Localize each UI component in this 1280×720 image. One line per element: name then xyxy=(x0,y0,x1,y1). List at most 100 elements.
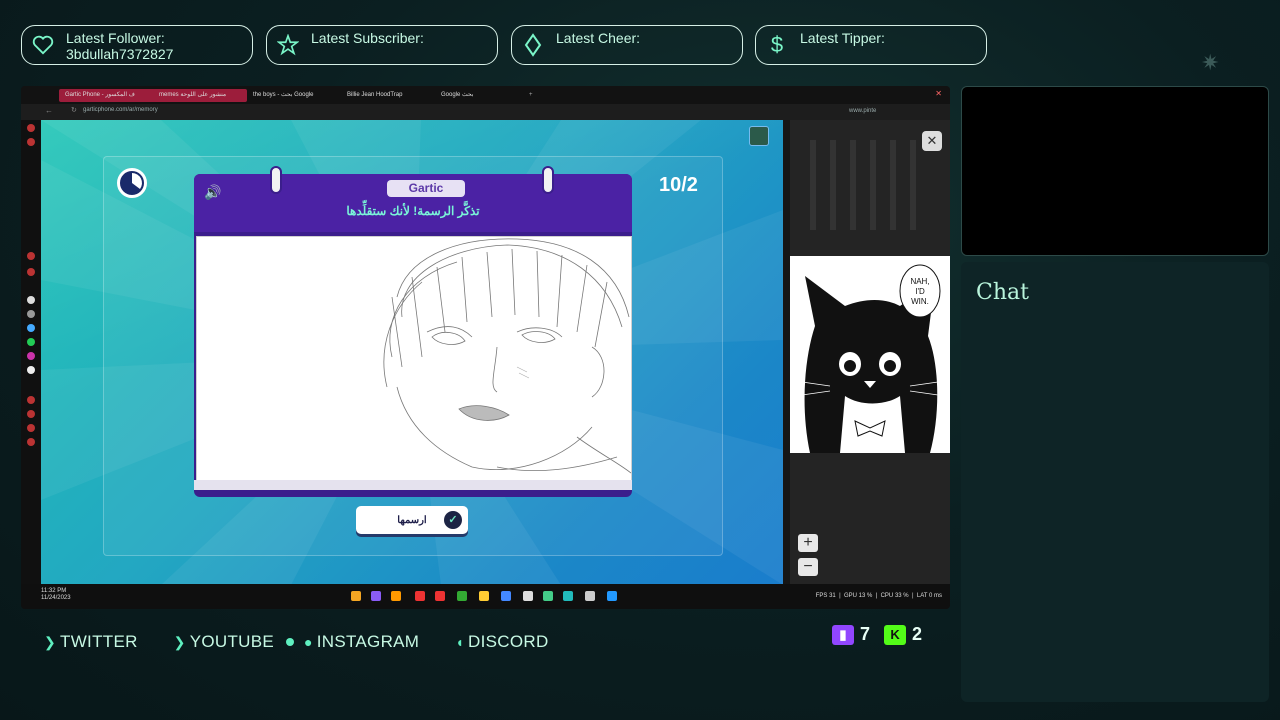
close-icon[interactable]: ✕ xyxy=(922,131,942,151)
address-bar[interactable]: ← ↻ garticphone.com/ar/memory xyxy=(21,104,791,120)
store-icon[interactable] xyxy=(523,591,533,601)
prompt-text: تذكَّر الرسمة! لأنك ستقلِّدها xyxy=(346,204,480,218)
sidebar-icon[interactable] xyxy=(27,324,35,332)
social-youtube[interactable]: ❯ YOUTUBE xyxy=(174,632,274,652)
gpu-value: 13 % xyxy=(858,593,873,599)
discord-icon[interactable] xyxy=(371,591,381,601)
new-tab-icon[interactable]: + xyxy=(523,89,543,102)
zoom-in-button[interactable]: + xyxy=(798,534,818,552)
sidebar-icon[interactable] xyxy=(27,268,35,276)
zoom-out-button[interactable]: − xyxy=(798,558,818,576)
browser-tab[interactable]: Google بحث xyxy=(435,89,507,102)
social-twitter[interactable]: ❯ TWITTER xyxy=(44,632,138,652)
separator-dot xyxy=(285,638,294,646)
kick-count: K 2 xyxy=(884,624,922,645)
browser-sidebar xyxy=(21,120,41,584)
drawing-canvas xyxy=(196,236,632,482)
illustrator-icon[interactable] xyxy=(391,591,401,601)
latest-tipper-label: Latest Tipper: xyxy=(800,30,885,46)
sidebar-icon[interactable] xyxy=(27,396,35,404)
card-footer xyxy=(194,480,632,490)
chevron-icon: ❯ xyxy=(44,633,57,650)
draw-it-button[interactable]: ارسمها ✓ xyxy=(356,506,468,534)
binder-ring xyxy=(270,166,282,194)
check-icon: ✓ xyxy=(444,511,462,529)
browser-tab[interactable]: the boys - بحث Google xyxy=(247,89,339,102)
windows-start-icon[interactable] xyxy=(607,591,617,601)
minecraft-icon[interactable] xyxy=(457,591,467,601)
draw-it-label: ارسمها xyxy=(397,514,427,526)
browser-tab-bar: Gartic Phone - ف المكسور memes منشور على… xyxy=(21,86,950,104)
sidebar-icon[interactable] xyxy=(27,338,35,346)
sidebar-icon[interactable] xyxy=(27,438,35,446)
app-icon[interactable] xyxy=(585,591,595,601)
circle-icon: ● xyxy=(303,634,313,650)
heart-icon xyxy=(30,30,56,60)
windows-taskbar: 11:32 PM 11/24/2023 FPS 31 | GPU 13 % | … xyxy=(21,584,950,609)
viewer-counts: ▮ 7 K 2 xyxy=(832,624,936,645)
twitch-count-value: 7 xyxy=(860,624,871,644)
browser-tab[interactable]: memes منشور على اللوحة xyxy=(153,89,247,102)
social-instagram[interactable]: ● INSTAGRAM xyxy=(304,632,419,652)
app-icon[interactable] xyxy=(563,591,573,601)
browser-tab[interactable]: Gartic Phone - ف المكسور xyxy=(59,89,157,102)
meme-image: NAH, I'D WIN. xyxy=(790,256,950,453)
latest-tipper-box: $ Latest Tipper: xyxy=(755,25,987,65)
sidebar-icon[interactable] xyxy=(27,310,35,318)
chat-panel: Chat xyxy=(961,262,1269,702)
prompt-card: 🔊 Gartic تذكَّر الرسمة! لأنك ستقلِّدها xyxy=(194,166,632,497)
sidebar-icon[interactable] xyxy=(27,138,35,146)
cpu-value: 33 % xyxy=(894,593,909,599)
extension-icon[interactable] xyxy=(749,126,769,146)
sidebar-icon[interactable] xyxy=(27,366,35,374)
latest-subscriber-box: Latest Subscriber: xyxy=(266,25,498,65)
social-discord[interactable]: ◖ DISCORD xyxy=(455,632,548,652)
address-bar-secondary[interactable]: www.pinte xyxy=(791,104,950,120)
obs-icon[interactable] xyxy=(435,591,445,601)
screen-capture: Gartic Phone - ف المكسور memes منشور على… xyxy=(21,86,950,609)
kick-icon: K xyxy=(884,624,907,645)
taskbar-clock: 11:32 PM 11/24/2023 xyxy=(41,588,71,602)
latest-subscriber-label: Latest Subscriber: xyxy=(311,30,424,46)
twitch-count: ▮ 7 xyxy=(832,624,870,645)
lat-value: 0 ms xyxy=(928,593,942,599)
back-icon[interactable]: ← xyxy=(45,106,53,115)
cat-meme-drawing: NAH, I'D WIN. xyxy=(790,256,950,453)
app-icon[interactable] xyxy=(501,591,511,601)
social-links: ❯ TWITTER ❯ YOUTUBE ● INSTAGRAM ◖ DISCORD xyxy=(44,632,585,652)
window-controls[interactable]: ✕ xyxy=(935,89,942,98)
taskbar-date: 11/24/2023 xyxy=(41,595,71,601)
opera-icon[interactable] xyxy=(415,591,425,601)
gartic-logo: Gartic xyxy=(387,180,465,197)
folder-icon[interactable] xyxy=(479,591,489,601)
url-text: garticphone.com/ar/memory xyxy=(83,107,158,113)
sidebar-icon[interactable] xyxy=(27,352,35,360)
speaker-icon[interactable]: 🔊 xyxy=(204,184,221,201)
webcam-frame xyxy=(961,86,1269,256)
sidebar-icon[interactable] xyxy=(27,410,35,418)
fps-value: 31 xyxy=(829,593,836,599)
performance-stats: FPS 31 | GPU 13 % | CPU 33 % | LAT 0 ms xyxy=(815,593,942,599)
kick-count-value: 2 xyxy=(912,624,923,644)
latest-cheer-label: Latest Cheer: xyxy=(556,30,641,46)
sparkle-icon: ✷ xyxy=(1201,50,1220,75)
browser-icon[interactable] xyxy=(543,591,553,601)
reload-icon[interactable]: ↻ xyxy=(71,106,77,114)
browser-tab[interactable]: Billie Jean HoodTrap xyxy=(341,89,435,102)
url-text-secondary: www.pinte xyxy=(849,108,877,114)
chat-title: Chat xyxy=(976,280,1029,305)
sidebar-icon[interactable] xyxy=(27,252,35,260)
taskbar-time: 11:32 PM xyxy=(41,588,67,594)
latest-follower-box: Latest Follower: 3bdullah7372827 xyxy=(21,25,253,65)
dollar-icon: $ xyxy=(770,32,784,57)
sidebar-icon[interactable] xyxy=(27,424,35,432)
latest-cheer-box: Latest Cheer: xyxy=(511,25,743,65)
twitch-icon: ▮ xyxy=(832,624,854,645)
diamond-icon xyxy=(520,30,546,60)
timer-icon xyxy=(117,168,147,198)
sidebar-icon[interactable] xyxy=(27,296,35,304)
binder-ring xyxy=(542,166,554,194)
sidebar-icon[interactable] xyxy=(27,124,35,132)
chrome-icon[interactable] xyxy=(351,591,361,601)
latest-follower-label: Latest Follower: xyxy=(66,30,165,46)
